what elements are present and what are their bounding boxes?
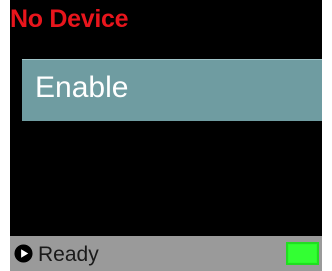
status-bar: Ready: [10, 236, 322, 271]
menu-item-label: Enable: [35, 71, 129, 104]
page-title: No Device: [10, 5, 129, 33]
device-screen: No Device Enable Ready: [10, 0, 322, 271]
play-icon: [14, 244, 33, 263]
status-text: Ready: [38, 243, 99, 266]
enable-menu-item[interactable]: Enable: [22, 59, 322, 121]
battery-icon: [286, 242, 319, 265]
battery-level-fill: [289, 245, 316, 262]
